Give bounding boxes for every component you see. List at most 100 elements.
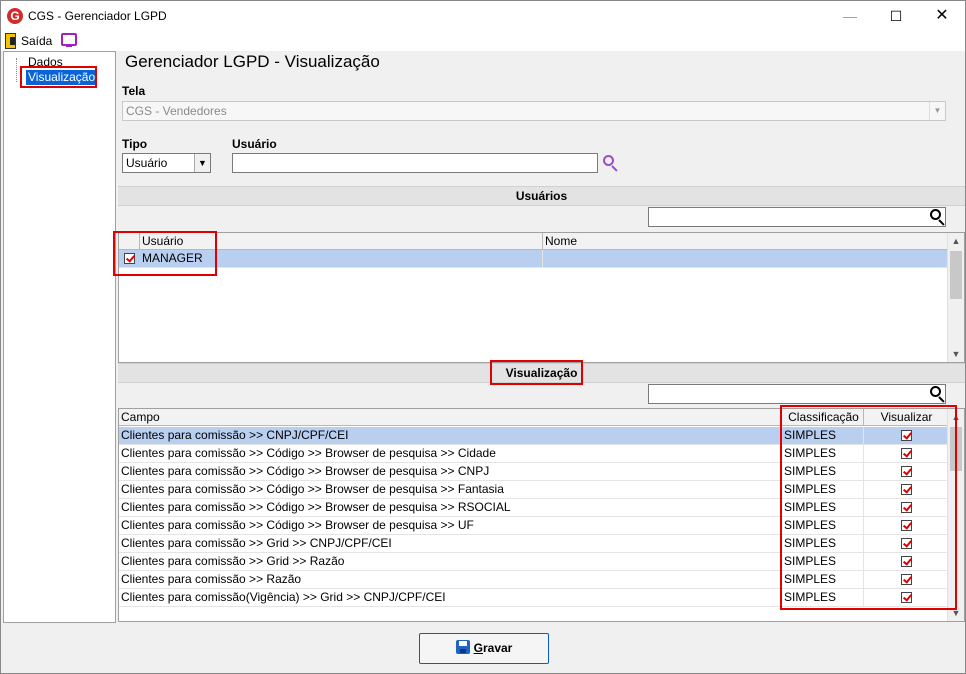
view-cell-visualizar xyxy=(864,535,948,553)
users-col-nome[interactable]: Nome xyxy=(543,233,948,250)
tela-select-value: CGS - Vendedores xyxy=(126,104,227,118)
close-button[interactable]: ✕ xyxy=(919,1,965,31)
tree-connector xyxy=(16,58,17,82)
monitor-icon[interactable] xyxy=(61,33,77,47)
user-row-checkbox[interactable] xyxy=(124,253,135,264)
save-label-accel: G xyxy=(473,641,483,655)
minimize-button[interactable]: — xyxy=(827,1,873,31)
view-cell-campo: Clientes para comissão >> Código >> Brow… xyxy=(119,463,782,481)
users-grid: Usuário Nome MANAGER ▲ ▼ xyxy=(118,232,965,363)
chevron-down-icon: ▼ xyxy=(194,154,210,172)
scroll-down-icon[interactable]: ▼ xyxy=(948,346,964,362)
view-cell-classificacao: SIMPLES xyxy=(782,571,864,589)
page-title: Gerenciador LGPD - Visualização xyxy=(125,52,380,71)
visualizar-checkbox[interactable] xyxy=(901,592,912,603)
scroll-up-icon[interactable]: ▲ xyxy=(948,233,964,249)
search-icon[interactable] xyxy=(930,386,946,403)
view-cell-classificacao: SIMPLES xyxy=(782,589,864,607)
search-icon[interactable] xyxy=(930,209,946,226)
tela-label: Tela xyxy=(122,84,146,98)
view-cell-campo: Clientes para comissão(Vigência) >> Grid… xyxy=(119,589,782,607)
view-scrollbar[interactable]: ▲ ▼ xyxy=(947,409,964,621)
visualizar-checkbox[interactable] xyxy=(901,520,912,531)
table-row[interactable]: Clientes para comissão >> Código >> Brow… xyxy=(119,481,948,499)
maximize-button[interactable]: ☐ xyxy=(873,1,919,31)
usuario-label: Usuário xyxy=(232,137,277,151)
save-label-rest: ravar xyxy=(482,641,513,655)
visualizar-checkbox[interactable] xyxy=(901,466,912,477)
table-row[interactable]: Clientes para comissão >> Razão SIMPLES xyxy=(119,571,948,589)
visualizar-checkbox[interactable] xyxy=(901,484,912,495)
sidebar-item-visualizacao[interactable]: Visualização xyxy=(26,70,98,85)
menu-exit[interactable]: Saída xyxy=(21,34,52,48)
view-cell-campo: Clientes para comissão >> Código >> Brow… xyxy=(119,445,782,463)
tipo-select-value: Usuário xyxy=(126,156,168,170)
view-cell-visualizar xyxy=(864,463,948,481)
save-button[interactable]: Gravar xyxy=(419,633,549,664)
scroll-thumb[interactable] xyxy=(950,251,962,299)
view-cell-visualizar xyxy=(864,481,948,499)
view-cell-classificacao: SIMPLES xyxy=(782,535,864,553)
tipo-select[interactable]: Usuário ▼ xyxy=(122,153,211,173)
view-cell-visualizar xyxy=(864,553,948,571)
table-row[interactable]: Clientes para comissão >> CNPJ/CPF/CEI SI… xyxy=(119,427,948,445)
visualizar-checkbox[interactable] xyxy=(901,574,912,585)
tela-select[interactable]: CGS - Vendedores ▼ xyxy=(122,101,946,121)
view-cell-classificacao: SIMPLES xyxy=(782,481,864,499)
sidebar-item-dados[interactable]: Dados xyxy=(26,55,65,70)
view-cell-campo: Clientes para comissão >> Código >> Brow… xyxy=(119,499,782,517)
view-cell-classificacao: SIMPLES xyxy=(782,553,864,571)
app-logo-icon: G xyxy=(7,8,23,24)
search-user-icon[interactable] xyxy=(603,155,619,172)
user-cell-usuario: MANAGER xyxy=(140,250,543,268)
view-cell-visualizar xyxy=(864,571,948,589)
sidebar-tree: Dados Visualização xyxy=(3,51,116,623)
users-filter-input[interactable] xyxy=(648,207,946,227)
table-row[interactable]: MANAGER xyxy=(119,250,948,268)
view-filter-input[interactable] xyxy=(648,384,946,404)
users-grid-check-header xyxy=(119,233,140,250)
table-row[interactable]: Clientes para comissão >> Código >> Brow… xyxy=(119,499,948,517)
view-cell-visualizar xyxy=(864,499,948,517)
view-cell-campo: Clientes para comissão >> Grid >> Razão xyxy=(119,553,782,571)
usuario-input[interactable] xyxy=(232,153,598,173)
scroll-up-icon[interactable]: ▲ xyxy=(948,409,964,425)
view-cell-campo: Clientes para comissão >> CNPJ/CPF/CEI xyxy=(119,427,782,445)
visualizar-checkbox[interactable] xyxy=(901,538,912,549)
window-title: CGS - Gerenciador LGPD xyxy=(28,9,167,23)
table-row[interactable]: Clientes para comissão >> Grid >> CNPJ/C… xyxy=(119,535,948,553)
visualizar-checkbox[interactable] xyxy=(901,448,912,459)
view-section-header: Visualização xyxy=(118,363,965,383)
view-cell-visualizar xyxy=(864,589,948,607)
view-grid: Campo Classificação Visualizar Clientes … xyxy=(118,408,965,622)
view-cell-classificacao: SIMPLES xyxy=(782,463,864,481)
table-row[interactable]: Clientes para comissão >> Código >> Brow… xyxy=(119,517,948,535)
view-cell-campo: Clientes para comissão >> Código >> Brow… xyxy=(119,517,782,535)
view-cell-classificacao: SIMPLES xyxy=(782,517,864,535)
view-cell-campo: Clientes para comissão >> Razão xyxy=(119,571,782,589)
visualizar-checkbox[interactable] xyxy=(901,502,912,513)
table-row[interactable]: Clientes para comissão >> Grid >> Razão S… xyxy=(119,553,948,571)
user-cell-nome xyxy=(543,250,948,268)
table-row[interactable]: Clientes para comissão(Vigência) >> Grid… xyxy=(119,589,948,607)
footer-bar: Gravar xyxy=(1,623,965,673)
exit-door-icon[interactable] xyxy=(5,33,16,49)
view-cell-visualizar xyxy=(864,445,948,463)
view-cell-visualizar xyxy=(864,517,948,535)
visualizar-checkbox[interactable] xyxy=(901,556,912,567)
view-col-classificacao[interactable]: Classificação xyxy=(782,409,864,426)
view-cell-visualizar xyxy=(864,427,948,445)
view-cell-classificacao: SIMPLES xyxy=(782,427,864,445)
scroll-thumb[interactable] xyxy=(950,427,962,471)
view-col-visualizar[interactable]: Visualizar xyxy=(864,409,948,426)
visualizar-checkbox[interactable] xyxy=(901,430,912,441)
table-row[interactable]: Clientes para comissão >> Código >> Brow… xyxy=(119,445,948,463)
menu-bar: Saída xyxy=(1,31,965,51)
view-col-campo[interactable]: Campo xyxy=(119,409,782,426)
view-cell-campo: Clientes para comissão >> Código >> Brow… xyxy=(119,481,782,499)
scroll-down-icon[interactable]: ▼ xyxy=(948,605,964,621)
users-col-usuario[interactable]: Usuário xyxy=(140,233,543,250)
users-section-header: Usuários xyxy=(118,186,965,206)
users-scrollbar[interactable]: ▲ ▼ xyxy=(947,233,964,362)
table-row[interactable]: Clientes para comissão >> Código >> Brow… xyxy=(119,463,948,481)
